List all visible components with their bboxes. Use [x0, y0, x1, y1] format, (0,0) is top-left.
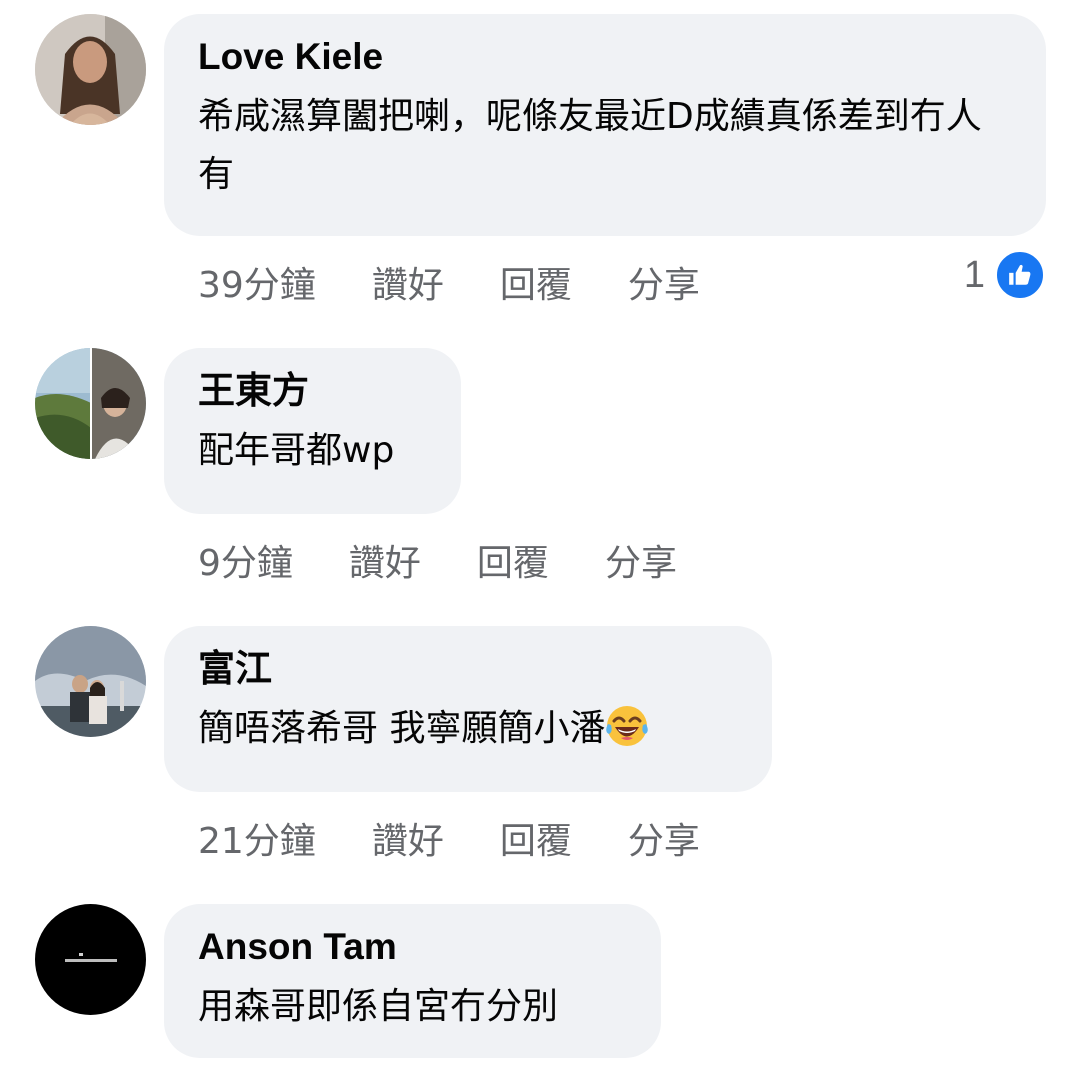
comment-actions: 21分鐘 讚好 回覆 分享 [198, 820, 756, 864]
comment-actions: 39分鐘 讚好 回覆 分享 [198, 264, 756, 308]
reaction-summary[interactable]: 1 [963, 250, 1045, 300]
comment-author[interactable]: 富江 [198, 648, 738, 690]
tears-of-joy-emoji-icon [606, 706, 649, 746]
comment-bubble: Love Kiele 希咸濕算闔把喇，呢條友最近D成績真係差到冇人有 [164, 14, 1046, 236]
like-button[interactable]: 讚好 [372, 264, 444, 308]
comment-bubble: 富江 簡唔落希哥 我寧願簡小潘 [164, 626, 772, 792]
like-button[interactable]: 讚好 [349, 542, 421, 586]
comment-text: 配年哥都wp [198, 430, 395, 471]
comment-actions: 9分鐘 讚好 回覆 分享 [198, 542, 733, 586]
avatar[interactable] [35, 904, 146, 1015]
share-button[interactable]: 分享 [605, 542, 677, 586]
comment-text: 希咸濕算闔把喇，呢條友最近D成績真係差到冇人有 [198, 96, 982, 195]
profile-photo-coast-couple-icon [35, 348, 146, 459]
profile-photo-black-text-icon [35, 904, 146, 1015]
reply-button[interactable]: 回覆 [500, 264, 572, 308]
avatar[interactable] [35, 14, 146, 125]
share-button[interactable]: 分享 [628, 820, 700, 864]
comment-text: 用森哥即係自宮冇分別 [198, 986, 559, 1027]
avatar[interactable] [35, 626, 146, 737]
comment-author[interactable]: 王東方 [198, 370, 427, 412]
comment-timestamp: 21分鐘 [198, 821, 316, 862]
reply-button[interactable]: 回覆 [477, 542, 549, 586]
comment-text-content: 簡唔落希哥 我寧願簡小潘 [198, 708, 606, 749]
reaction-count: 1 [963, 253, 985, 296]
comment-author[interactable]: Love Kiele [198, 36, 1012, 78]
thumbs-up-icon [995, 250, 1045, 300]
comment-timestamp: 39分鐘 [198, 265, 316, 306]
comment-timestamp: 9分鐘 [198, 543, 293, 584]
comment-bubble: Anson Tam 用森哥即係自宮冇分別 [164, 904, 661, 1058]
like-button[interactable]: 讚好 [372, 820, 444, 864]
reply-button[interactable]: 回覆 [500, 820, 572, 864]
share-button[interactable]: 分享 [628, 264, 700, 308]
avatar[interactable] [35, 348, 146, 459]
comment-text: 簡唔落希哥 我寧願簡小潘 [198, 700, 738, 758]
comment-bubble: 王東方 配年哥都wp [164, 348, 461, 514]
profile-photo-couple-sky-icon [35, 626, 146, 737]
comment-author[interactable]: Anson Tam [198, 926, 627, 968]
profile-photo-woman-icon [35, 14, 146, 125]
